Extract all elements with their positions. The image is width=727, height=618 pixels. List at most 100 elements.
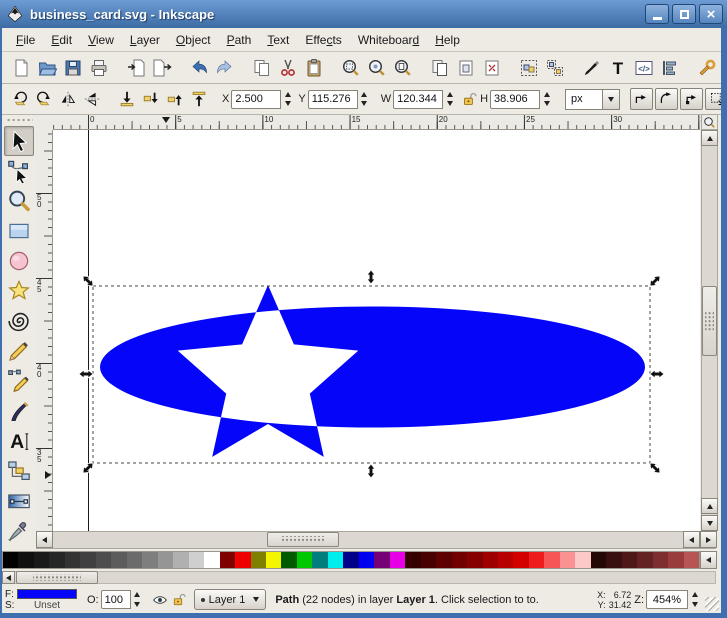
ungroup-objects-button[interactable]: [542, 55, 568, 81]
raise-to-top-button[interactable]: [187, 87, 211, 111]
selector-tool-button[interactable]: [4, 126, 34, 156]
palette-swatch[interactable]: [405, 552, 420, 568]
window-resize-grip[interactable]: [705, 597, 719, 611]
palette-swatch[interactable]: [3, 552, 18, 568]
selection-handle-bottom[interactable]: [367, 464, 375, 478]
unlink-clone-button[interactable]: [479, 55, 505, 81]
y-down-button[interactable]: [358, 99, 371, 109]
layer-selector-dropdown[interactable]: Layer 1: [194, 589, 267, 610]
y-up-button[interactable]: [358, 90, 371, 100]
palette-swatch[interactable]: [328, 552, 343, 568]
palette-swatch[interactable]: [204, 552, 219, 568]
h-down-button[interactable]: [540, 99, 553, 109]
palette-swatch[interactable]: [18, 552, 33, 568]
palette-swatch[interactable]: [483, 552, 498, 568]
menu-effects[interactable]: Effects: [297, 30, 349, 50]
import-document-button[interactable]: [123, 55, 149, 81]
menu-help[interactable]: Help: [427, 30, 468, 50]
zoom-down-button[interactable]: [688, 600, 701, 610]
selection-handle-right[interactable]: [650, 370, 664, 378]
maximize-button[interactable]: [672, 4, 696, 24]
palette-swatch[interactable]: [529, 552, 544, 568]
toolbox-grip[interactable]: [5, 117, 32, 123]
h-input[interactable]: [490, 90, 540, 109]
palette-swatch[interactable]: [49, 552, 64, 568]
scroll-down-button[interactable]: [701, 515, 718, 531]
open-document-button[interactable]: [34, 55, 60, 81]
move-gradients-toggle-button[interactable]: [680, 88, 703, 110]
rotate-ccw-button[interactable]: [8, 87, 32, 111]
palette-more-button[interactable]: [700, 551, 717, 569]
palette-swatch[interactable]: [606, 552, 621, 568]
palette-swatch[interactable]: [96, 552, 111, 568]
menu-view[interactable]: View: [80, 30, 122, 50]
scroll-left-button-2[interactable]: [683, 531, 700, 548]
palette-swatch[interactable]: [34, 552, 49, 568]
palette-swatch[interactable]: [668, 552, 683, 568]
text-dialog-button[interactable]: T: [605, 55, 631, 81]
opacity-down-button[interactable]: [131, 600, 144, 610]
scale-rounded-corners-toggle-button[interactable]: [655, 88, 678, 110]
palette-swatch[interactable]: [142, 552, 157, 568]
menu-layer[interactable]: Layer: [122, 30, 168, 50]
pen-tool-button[interactable]: [4, 366, 34, 396]
gradient-tool-button[interactable]: [4, 486, 34, 516]
xml-editor-button[interactable]: </>: [631, 55, 657, 81]
palette-scroll-left-button[interactable]: [2, 571, 15, 584]
layer-lock-icon[interactable]: [172, 592, 187, 607]
cut-button[interactable]: [275, 55, 301, 81]
palette-swatch[interactable]: [622, 552, 637, 568]
palette-swatch[interactable]: [359, 552, 374, 568]
zoom-up-button[interactable]: [688, 590, 701, 600]
menu-object[interactable]: Object: [168, 30, 219, 50]
selection-handle-top[interactable]: [367, 270, 375, 284]
vertical-scrollbar[interactable]: [701, 130, 718, 531]
stroke-value[interactable]: Unset: [17, 600, 77, 611]
palette-swatch[interactable]: [281, 552, 296, 568]
w-input[interactable]: [393, 90, 443, 109]
zoom-page-button[interactable]: [390, 55, 416, 81]
undo-button[interactable]: [186, 55, 212, 81]
units-dropdown[interactable]: px: [565, 89, 620, 110]
palette-swatch[interactable]: [189, 552, 204, 568]
spiral-tool-button[interactable]: [4, 306, 34, 336]
palette-swatch[interactable]: [312, 552, 327, 568]
flip-vertical-button[interactable]: [80, 87, 104, 111]
ellipse-star-path[interactable]: [100, 285, 645, 457]
fill-swatch[interactable]: [17, 589, 77, 599]
duplicate-button[interactable]: [427, 55, 453, 81]
calligraphy-tool-button[interactable]: [4, 396, 34, 426]
palette-swatch[interactable]: [127, 552, 142, 568]
canvas[interactable]: [53, 130, 700, 531]
zoom-input[interactable]: [646, 590, 688, 609]
palette-swatch[interactable]: [560, 552, 575, 568]
menu-whiteboard[interactable]: Whiteboard: [350, 30, 427, 50]
node-editor-tool-button[interactable]: [4, 156, 34, 186]
scroll-up-button[interactable]: [701, 130, 718, 146]
create-clone-button[interactable]: [453, 55, 479, 81]
palette-scroll-thumb[interactable]: [16, 571, 98, 584]
palette-swatch[interactable]: [467, 552, 482, 568]
w-up-button[interactable]: [443, 90, 456, 100]
palette-swatch[interactable]: [544, 552, 559, 568]
h-up-button[interactable]: [540, 90, 553, 100]
palette-swatch[interactable]: [235, 552, 250, 568]
fill-stroke-indicator[interactable]: F: S: Unset: [5, 589, 77, 611]
print-document-button[interactable]: [86, 55, 112, 81]
fill-stroke-dialog-button[interactable]: [579, 55, 605, 81]
horizontal-scrollbar[interactable]: [36, 531, 716, 549]
zoom-tool-button[interactable]: [4, 186, 34, 216]
close-button[interactable]: ×: [699, 4, 723, 24]
palette-swatch[interactable]: [297, 552, 312, 568]
palette-swatch[interactable]: [65, 552, 80, 568]
scroll-right-button[interactable]: [700, 531, 717, 548]
palette-swatch[interactable]: [251, 552, 266, 568]
export-document-button[interactable]: [149, 55, 175, 81]
palette-swatch[interactable]: [436, 552, 451, 568]
w-down-button[interactable]: [443, 99, 456, 109]
selection-handle-left[interactable]: [79, 370, 93, 378]
title-bar[interactable]: business_card.svg - Inkscape ×: [0, 0, 727, 28]
ellipse-tool-button[interactable]: [4, 246, 34, 276]
x-down-button[interactable]: [281, 99, 294, 109]
menu-path[interactable]: Path: [219, 30, 260, 50]
